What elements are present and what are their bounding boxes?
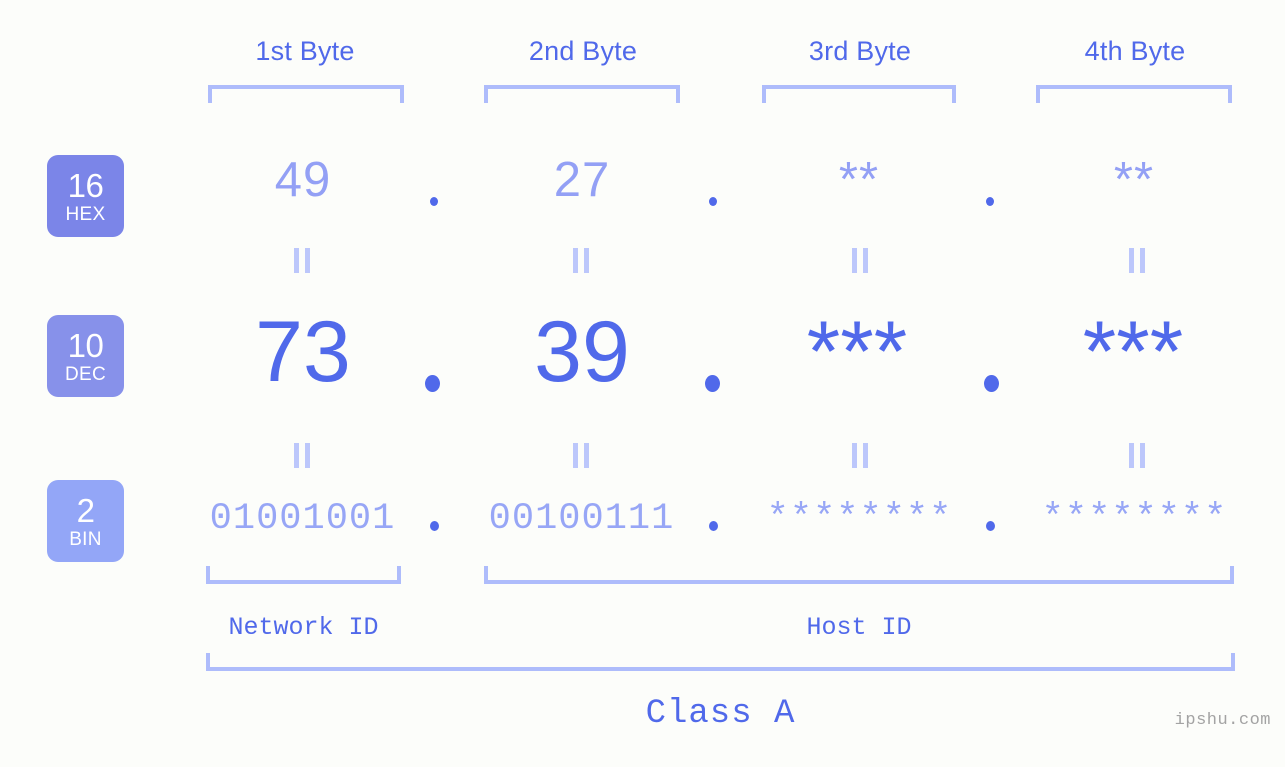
hex-dot-3 xyxy=(986,197,994,206)
equals-mark-dec-bin-4 xyxy=(1126,443,1148,468)
dec-dot-2 xyxy=(705,375,720,392)
ip-address-breakdown-diagram: 1st Byte 2nd Byte 3rd Byte 4th Byte 16 H… xyxy=(0,0,1285,767)
dec-byte-1: 73 xyxy=(255,304,351,400)
equals-mark-hex-dec-3 xyxy=(849,248,871,273)
hex-byte-4: ** xyxy=(1113,153,1155,207)
dec-dot-1 xyxy=(425,375,440,392)
equals-mark-dec-bin-3 xyxy=(849,443,871,468)
bin-dot-3 xyxy=(986,521,995,531)
hex-byte-3: ** xyxy=(838,153,880,207)
hex-byte-2: 27 xyxy=(553,153,611,207)
byte-header-1: 1st Byte xyxy=(255,36,355,66)
byte-bracket-2 xyxy=(484,85,680,103)
bin-byte-4: ******** xyxy=(1041,498,1228,540)
byte-header-4: 4th Byte xyxy=(1084,36,1186,66)
class-label: Class A xyxy=(645,695,796,733)
network-id-bracket xyxy=(206,566,401,584)
base-badge-bin-name: BIN xyxy=(69,528,102,550)
hex-byte-1: 49 xyxy=(274,153,332,207)
host-id-bracket xyxy=(484,566,1234,584)
dec-byte-4: *** xyxy=(1082,304,1184,400)
bin-dot-1 xyxy=(430,521,439,531)
network-id-label: Network ID xyxy=(228,613,379,642)
base-badge-hex-number: 16 xyxy=(67,166,104,204)
byte-bracket-1 xyxy=(208,85,404,103)
base-badge-hex: 16 HEX xyxy=(47,155,124,237)
bin-dot-2 xyxy=(709,521,718,531)
base-badge-dec-name: DEC xyxy=(64,363,106,385)
dec-byte-2: 39 xyxy=(534,304,630,400)
bin-byte-2: 00100111 xyxy=(488,498,675,540)
byte-bracket-4 xyxy=(1036,85,1232,103)
base-badge-hex-name: HEX xyxy=(65,203,106,225)
bin-byte-3: ******** xyxy=(766,498,953,540)
equals-mark-hex-dec-1 xyxy=(291,248,313,273)
base-badge-bin-number: 2 xyxy=(76,491,95,529)
host-id-label: Host ID xyxy=(806,613,912,642)
equals-mark-dec-bin-1 xyxy=(291,443,313,468)
dec-dot-3 xyxy=(984,375,999,392)
byte-header-2: 2nd Byte xyxy=(528,36,638,66)
dec-byte-3: *** xyxy=(806,304,908,400)
bin-byte-1: 01001001 xyxy=(209,498,396,540)
base-badge-dec: 10 DEC xyxy=(47,315,124,397)
equals-mark-dec-bin-2 xyxy=(570,443,592,468)
equals-mark-hex-dec-2 xyxy=(570,248,592,273)
base-badge-bin: 2 BIN xyxy=(47,480,124,562)
class-bracket xyxy=(206,653,1235,671)
byte-header-3: 3rd Byte xyxy=(808,36,912,66)
hex-dot-1 xyxy=(430,197,438,206)
byte-bracket-3 xyxy=(762,85,956,103)
equals-mark-hex-dec-4 xyxy=(1126,248,1148,273)
watermark: ipshu.com xyxy=(1174,711,1271,730)
hex-dot-2 xyxy=(709,197,717,206)
base-badge-dec-number: 10 xyxy=(67,326,104,364)
